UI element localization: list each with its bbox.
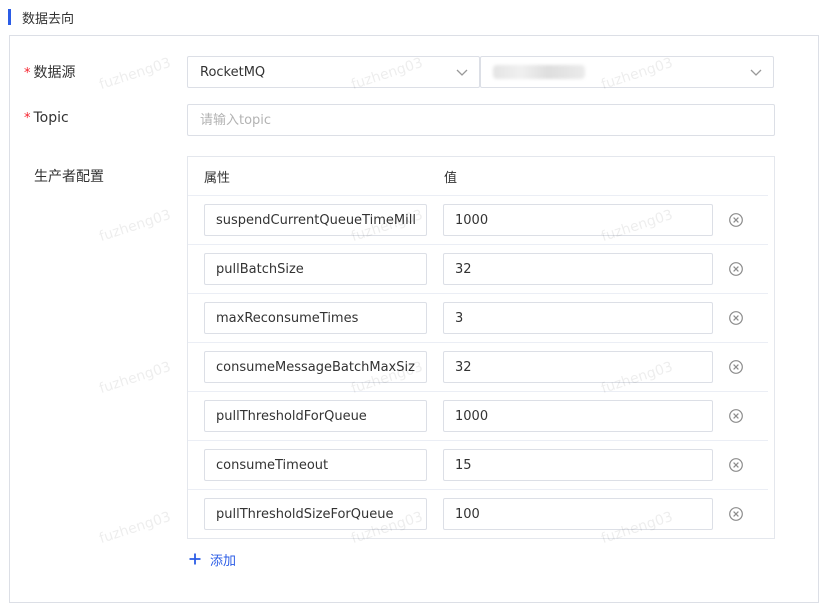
config-value-input[interactable] xyxy=(443,253,713,285)
circle-close-icon[interactable] xyxy=(728,457,744,473)
circle-close-icon[interactable] xyxy=(728,261,744,277)
plus-icon xyxy=(189,553,201,565)
add-config-label: 添加 xyxy=(210,553,237,569)
config-row xyxy=(188,293,768,342)
required-mark: * xyxy=(24,111,31,126)
topic-label: * Topic xyxy=(24,110,69,126)
datasource-instance-select[interactable] xyxy=(480,56,774,88)
circle-close-icon[interactable] xyxy=(728,408,744,424)
topic-input[interactable] xyxy=(187,104,775,136)
config-header-key: 属性 xyxy=(204,171,231,186)
config-key-input[interactable] xyxy=(204,204,427,236)
chevron-down-icon xyxy=(456,69,468,76)
config-row xyxy=(188,244,768,293)
config-header-value: 值 xyxy=(444,171,458,186)
producer-config-label: 生产者配置 xyxy=(34,169,104,185)
add-config-button[interactable]: 添加 xyxy=(188,548,236,570)
circle-close-icon[interactable] xyxy=(728,359,744,375)
circle-close-icon[interactable] xyxy=(728,212,744,228)
config-key-input[interactable] xyxy=(204,400,427,432)
config-key-input[interactable] xyxy=(204,449,427,481)
config-key-input[interactable] xyxy=(204,351,427,383)
config-value-input[interactable] xyxy=(443,351,713,383)
config-key-input[interactable] xyxy=(204,498,427,530)
datasource-label: * 数据源 xyxy=(24,65,76,81)
masked-value xyxy=(493,65,585,79)
producer-config-table: 属性 值 xyxy=(187,156,775,539)
section-title: 数据去向 xyxy=(22,11,75,27)
config-value-input[interactable] xyxy=(443,400,713,432)
section-accent-bar xyxy=(8,9,11,25)
config-key-input[interactable] xyxy=(204,253,427,285)
section-header: 数据去向 xyxy=(8,6,74,28)
config-table-header: 属性 值 xyxy=(188,157,774,195)
config-row xyxy=(188,342,768,391)
datasource-type-select[interactable]: RocketMQ xyxy=(187,56,480,88)
config-key-input[interactable] xyxy=(204,302,427,334)
config-value-input[interactable] xyxy=(443,498,713,530)
config-value-input[interactable] xyxy=(443,449,713,481)
config-row xyxy=(188,489,768,538)
form-panel: *数据源 RocketMQ *Topic 生产者配置 属性 值 xyxy=(9,35,819,603)
config-row xyxy=(188,440,768,489)
circle-close-icon[interactable] xyxy=(728,310,744,326)
config-value-input[interactable] xyxy=(443,302,713,334)
circle-close-icon[interactable] xyxy=(728,506,744,522)
datasource-type-value: RocketMQ xyxy=(200,64,266,80)
config-row xyxy=(188,195,768,244)
chevron-down-icon xyxy=(750,69,762,76)
config-row xyxy=(188,391,768,440)
config-value-input[interactable] xyxy=(443,204,713,236)
required-mark: * xyxy=(24,66,31,81)
